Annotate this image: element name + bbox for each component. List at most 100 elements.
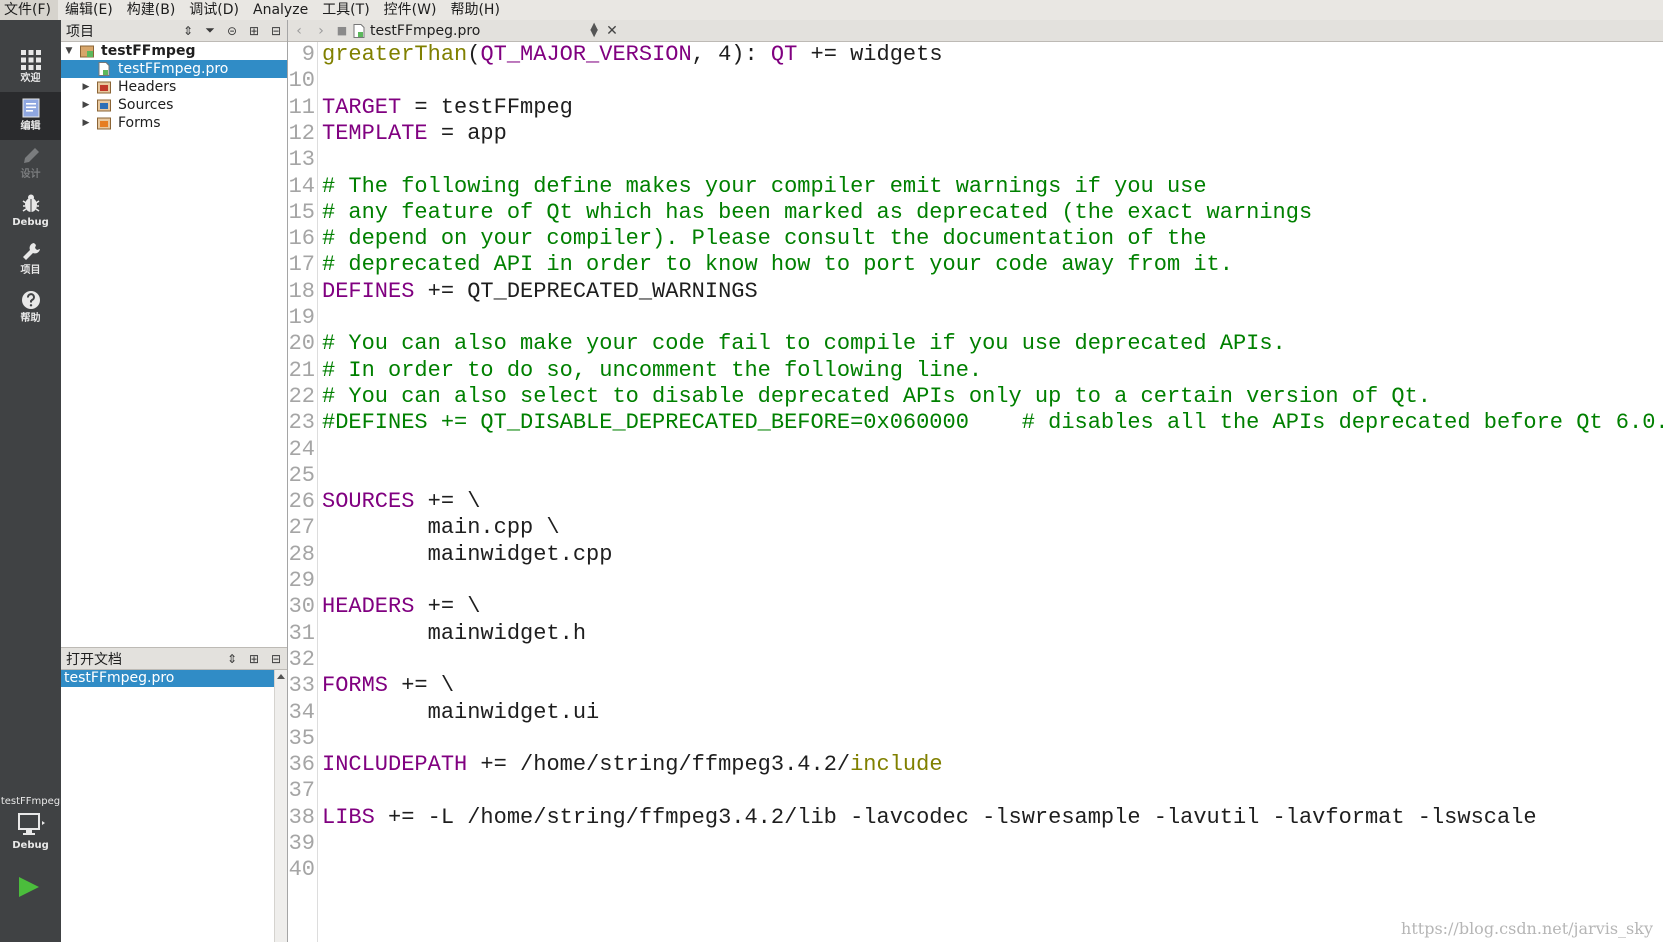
code-token: LIBS xyxy=(322,804,375,830)
mode-welcome[interactable]: 欢迎 xyxy=(0,44,61,92)
code-line[interactable]: 30 HEADERS += \ xyxy=(288,594,1663,620)
code-line[interactable]: 12 TEMPLATE = app xyxy=(288,121,1663,147)
code-line[interactable]: 35 xyxy=(288,726,1663,752)
code-line[interactable]: 23 #DEFINES += QT_DISABLE_DEPRECATED_BEFO… xyxy=(288,410,1663,436)
code-line[interactable]: 10 xyxy=(288,68,1663,94)
mode-help[interactable]: 帮助 xyxy=(0,284,61,332)
code-line[interactable]: 22 # You can also select to disable depre… xyxy=(288,384,1663,410)
sources-folder-icon xyxy=(97,99,111,112)
line-number: 29 xyxy=(288,568,315,593)
monitor-icon xyxy=(17,813,45,835)
code-line[interactable]: 25 xyxy=(288,463,1663,489)
open-documents-header: 打开文档 ⇕ ⊞ ⊟ xyxy=(61,648,287,670)
close-pane-icon[interactable]: ⊟ xyxy=(265,652,287,666)
scroll-up-arrow-icon[interactable] xyxy=(277,674,285,679)
menu-file[interactable]: 文件(F) xyxy=(0,0,58,20)
code-token: += \ xyxy=(414,489,481,515)
code-token: DEFINES xyxy=(322,278,415,304)
tree-item-sources[interactable]: ▶ Sources xyxy=(61,96,287,114)
code-line[interactable]: 14 # The following define makes your comp… xyxy=(288,174,1663,200)
code-line[interactable]: 32 xyxy=(288,647,1663,673)
code-line[interactable]: 27 main.cpp \ xyxy=(288,515,1663,541)
mode-edit[interactable]: 编辑 xyxy=(0,92,61,140)
updown-arrows-icon: ▲ ▼ xyxy=(590,21,598,39)
code-line[interactable]: 24 xyxy=(288,437,1663,463)
code-token: main.cpp \ xyxy=(322,515,560,541)
expanded-arrow-icon[interactable]: ▼ xyxy=(63,45,75,57)
code-token: += -L /home/string/ffmpeg3.4.2/lib -lavc… xyxy=(374,804,1537,830)
menu-edit[interactable]: 编辑(E) xyxy=(58,0,120,20)
open-documents-scrollbar[interactable] xyxy=(274,670,287,942)
code-token: += widgets xyxy=(797,42,943,67)
line-number: 32 xyxy=(288,646,315,672)
run-triangle-icon[interactable] xyxy=(19,877,39,897)
target-selector[interactable]: Debug xyxy=(0,812,61,862)
close-document-icon[interactable]: ✕ xyxy=(602,23,622,39)
bug-icon xyxy=(22,194,39,212)
line-number: 39 xyxy=(288,831,315,856)
back-arrow-icon[interactable]: ‹ xyxy=(288,23,310,39)
menu-build[interactable]: 构建(B) xyxy=(120,0,183,20)
code-line[interactable]: 33 FORMS += \ xyxy=(288,673,1663,699)
code-text: # You can also select to disable depreca… xyxy=(322,384,1431,410)
menu-help[interactable]: 帮助(H) xyxy=(443,0,506,20)
code-line[interactable]: 11 TARGET = testFFmpeg xyxy=(288,95,1663,121)
tree-item-forms[interactable]: ▶ Forms xyxy=(61,114,287,132)
code-line[interactable]: 9 greaterThan(QT_MAJOR_VERSION, 4): QT +=… xyxy=(288,42,1663,68)
open-document-item[interactable]: testFFmpeg.pro xyxy=(61,670,275,687)
code-line[interactable]: 19 xyxy=(288,305,1663,331)
code-token: += QT_DEPRECATED_WARNINGS xyxy=(414,278,758,304)
code-line[interactable]: 17 # deprecated API in order to know how … xyxy=(288,252,1663,278)
code-line[interactable]: 34 mainwidget.ui xyxy=(288,700,1663,726)
code-line[interactable]: 13 xyxy=(288,147,1663,173)
code-line[interactable]: 15 # any feature of Qt which has been mar… xyxy=(288,200,1663,226)
code-line[interactable]: 39 xyxy=(288,831,1663,857)
line-number: 36 xyxy=(288,752,315,778)
tree-item-headers[interactable]: ▶ Headers xyxy=(61,78,287,96)
mode-projects[interactable]: 项目 xyxy=(0,236,61,284)
menu-tools[interactable]: 工具(T) xyxy=(315,0,376,20)
code-line[interactable]: 40 xyxy=(288,857,1663,883)
code-line[interactable]: 16 # depend on your compiler). Please con… xyxy=(288,226,1663,252)
filter-icon[interactable]: ⏷ xyxy=(199,23,221,38)
code-editor[interactable]: 9 greaterThan(QT_MAJOR_VERSION, 4): QT +=… xyxy=(288,42,1663,942)
code-line[interactable]: 31 mainwidget.h xyxy=(288,621,1663,647)
line-number: 31 xyxy=(288,620,315,646)
code-line[interactable]: 26 SOURCES += \ xyxy=(288,489,1663,515)
pencil-icon xyxy=(23,148,39,163)
forward-arrow-icon[interactable]: › xyxy=(310,23,332,39)
view-switch-icon[interactable]: ⇕ xyxy=(221,652,243,666)
editor-toolbar: ‹ › ■ testFFmpeg.pro ▲ ▼ ✕ xyxy=(288,20,1663,42)
split-icon[interactable]: ⊞ xyxy=(243,652,265,666)
project-folder-icon xyxy=(80,45,94,58)
code-line[interactable]: 18 DEFINES += QT_DEPRECATED_WARNINGS xyxy=(288,279,1663,305)
collapsed-arrow-icon[interactable]: ▶ xyxy=(80,99,92,111)
collapsed-arrow-icon[interactable]: ▶ xyxy=(80,81,92,93)
lock-icon[interactable]: ■ xyxy=(332,24,352,37)
code-line[interactable]: 28 mainwidget.cpp xyxy=(288,542,1663,568)
code-token: # In order to do so, uncomment the follo… xyxy=(322,357,983,383)
menu-debug[interactable]: 调试(D) xyxy=(182,0,246,20)
tree-item-project[interactable]: ▼ testFFmpeg xyxy=(61,42,287,60)
file-selector[interactable]: testFFmpeg.pro ▲ ▼ xyxy=(352,20,602,41)
tree-label-forms: Forms xyxy=(118,115,161,131)
tree-item-pro-file[interactable]: testFFmpeg.pro xyxy=(61,60,287,78)
line-number: 14 xyxy=(288,173,315,199)
code-line[interactable]: 29 xyxy=(288,568,1663,594)
view-switch-icon[interactable]: ⇕ xyxy=(177,24,199,38)
code-line[interactable]: 37 xyxy=(288,778,1663,804)
mode-design[interactable]: 设计 xyxy=(0,140,61,188)
code-line[interactable]: 20 # You can also make your code fail to … xyxy=(288,331,1663,357)
code-line[interactable]: 36 INCLUDEPATH += /home/string/ffmpeg3.4.… xyxy=(288,752,1663,778)
menu-analyze[interactable]: Analyze xyxy=(246,0,315,20)
mode-debug[interactable]: Debug xyxy=(0,188,61,236)
link-icon[interactable]: ⊝ xyxy=(221,24,243,38)
split-icon[interactable]: ⊞ xyxy=(243,24,265,38)
close-pane-icon[interactable]: ⊟ xyxy=(265,24,287,38)
code-line[interactable]: 38 LIBS += -L /home/string/ffmpeg3.4.2/li… xyxy=(288,805,1663,831)
pro-file-icon xyxy=(353,23,365,38)
code-line[interactable]: 21 # In order to do so, uncomment the fol… xyxy=(288,358,1663,384)
open-documents-panel: 打开文档 ⇕ ⊞ ⊟ testFFmpeg.pro xyxy=(61,647,287,942)
menu-widgets[interactable]: 控件(W) xyxy=(377,0,444,20)
collapsed-arrow-icon[interactable]: ▶ xyxy=(80,117,92,129)
